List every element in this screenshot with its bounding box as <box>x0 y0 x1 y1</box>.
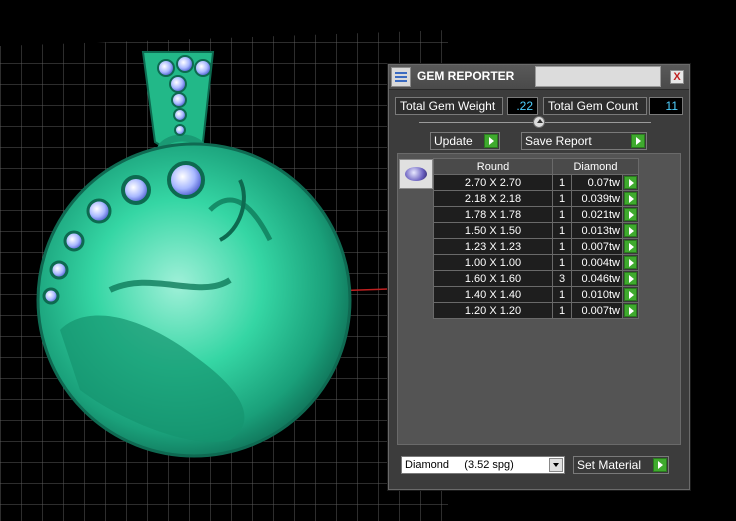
row-go-button[interactable] <box>622 222 639 239</box>
gem-weight: 0.039tw <box>571 190 623 207</box>
gem-count: 1 <box>552 174 572 191</box>
panel-titlebar[interactable]: GEM REPORTER X <box>389 65 689 90</box>
play-icon[interactable] <box>631 134 645 148</box>
gem-count: 1 <box>552 302 572 319</box>
row-go-button[interactable] <box>622 270 639 287</box>
gem-weight: 0.013tw <box>571 222 623 239</box>
gem-count: 1 <box>552 238 572 255</box>
play-icon[interactable] <box>624 272 637 285</box>
play-icon[interactable] <box>624 288 637 301</box>
update-button[interactable]: Update <box>430 132 500 150</box>
table-row[interactable]: 1.60 X 1.60 3 0.046tw <box>433 270 639 287</box>
gem-reporter-panel: GEM REPORTER X Total Gem Weight .22 Tota… <box>388 64 690 490</box>
column-header-material: Diamond <box>552 158 639 175</box>
gem-report-icon <box>391 67 411 87</box>
table-row[interactable]: 1.23 X 1.23 1 0.007tw <box>433 238 639 255</box>
gem-weight: 0.07tw <box>571 174 623 191</box>
play-icon[interactable] <box>653 458 667 472</box>
play-icon[interactable] <box>624 256 637 269</box>
total-gem-weight-value: .22 <box>507 97 538 115</box>
material-select-value: Diamond (3.52 spg) <box>405 459 514 471</box>
gem-weight: 0.004tw <box>571 254 623 271</box>
table-row[interactable]: 1.00 X 1.00 1 0.004tw <box>433 254 639 271</box>
gem-count: 1 <box>552 206 572 223</box>
table-row[interactable]: 1.40 X 1.40 1 0.010tw <box>433 286 639 303</box>
gem-size: 1.23 X 1.23 <box>433 238 553 255</box>
play-icon[interactable] <box>484 134 498 148</box>
gem-count: 1 <box>552 222 572 239</box>
total-gem-count-value: 11 <box>649 97 683 115</box>
row-go-button[interactable] <box>622 286 639 303</box>
gem-weight: 0.010tw <box>571 286 623 303</box>
gem-size: 1.20 X 1.20 <box>433 302 553 319</box>
row-go-button[interactable] <box>622 206 639 223</box>
gem-weight: 0.046tw <box>571 270 623 287</box>
gem-count: 3 <box>552 270 572 287</box>
set-material-button[interactable]: Set Material <box>573 456 669 474</box>
panel-title: GEM REPORTER <box>417 69 515 83</box>
gem-size: 1.60 X 1.60 <box>433 270 553 287</box>
slider-knob[interactable] <box>533 116 545 128</box>
row-go-button[interactable] <box>622 254 639 271</box>
gem-weight: 0.007tw <box>571 238 623 255</box>
play-icon[interactable] <box>624 176 637 189</box>
row-go-button[interactable] <box>622 174 639 191</box>
material-select[interactable]: Diamond (3.52 spg) <box>401 456 565 474</box>
column-header-shape: Round <box>433 158 553 175</box>
play-icon[interactable] <box>624 240 637 253</box>
gem-count: 1 <box>552 254 572 271</box>
gem-weight: 0.007tw <box>571 302 623 319</box>
close-icon[interactable]: X <box>670 70 684 84</box>
gem-size: 1.40 X 1.40 <box>433 286 553 303</box>
table-row[interactable]: 1.20 X 1.20 1 0.007tw <box>433 302 639 319</box>
table-row[interactable]: 2.18 X 2.18 1 0.039tw <box>433 190 639 207</box>
gem-table: Round Diamond 2.70 X 2.70 1 0.07tw 2.18 … <box>433 158 639 319</box>
update-button-label: Update <box>434 134 473 148</box>
table-row[interactable]: 2.70 X 2.70 1 0.07tw <box>433 174 639 191</box>
gem-weight: 0.021tw <box>571 206 623 223</box>
gem-size: 2.18 X 2.18 <box>433 190 553 207</box>
save-report-button-label: Save Report <box>525 134 592 148</box>
total-gem-count-label: Total Gem Count <box>543 97 647 115</box>
total-gem-weight-label: Total Gem Weight <box>395 97 503 115</box>
round-gem-icon[interactable] <box>399 159 433 189</box>
gem-size: 1.00 X 1.00 <box>433 254 553 271</box>
save-report-button[interactable]: Save Report <box>521 132 647 150</box>
row-go-button[interactable] <box>622 238 639 255</box>
gem-size: 1.50 X 1.50 <box>433 222 553 239</box>
titlebar-tab <box>535 66 661 87</box>
gem-count: 1 <box>552 190 572 207</box>
play-icon[interactable] <box>624 224 637 237</box>
gem-count: 1 <box>552 286 572 303</box>
play-icon[interactable] <box>624 192 637 205</box>
play-icon[interactable] <box>624 304 637 317</box>
table-row[interactable]: 1.78 X 1.78 1 0.021tw <box>433 206 639 223</box>
gem-size: 1.78 X 1.78 <box>433 206 553 223</box>
gem-size: 2.70 X 2.70 <box>433 174 553 191</box>
table-row[interactable]: 1.50 X 1.50 1 0.013tw <box>433 222 639 239</box>
chevron-down-icon[interactable] <box>549 458 563 472</box>
row-go-button[interactable] <box>622 302 639 319</box>
row-go-button[interactable] <box>622 190 639 207</box>
play-icon[interactable] <box>624 208 637 221</box>
set-material-button-label: Set Material <box>577 458 642 472</box>
